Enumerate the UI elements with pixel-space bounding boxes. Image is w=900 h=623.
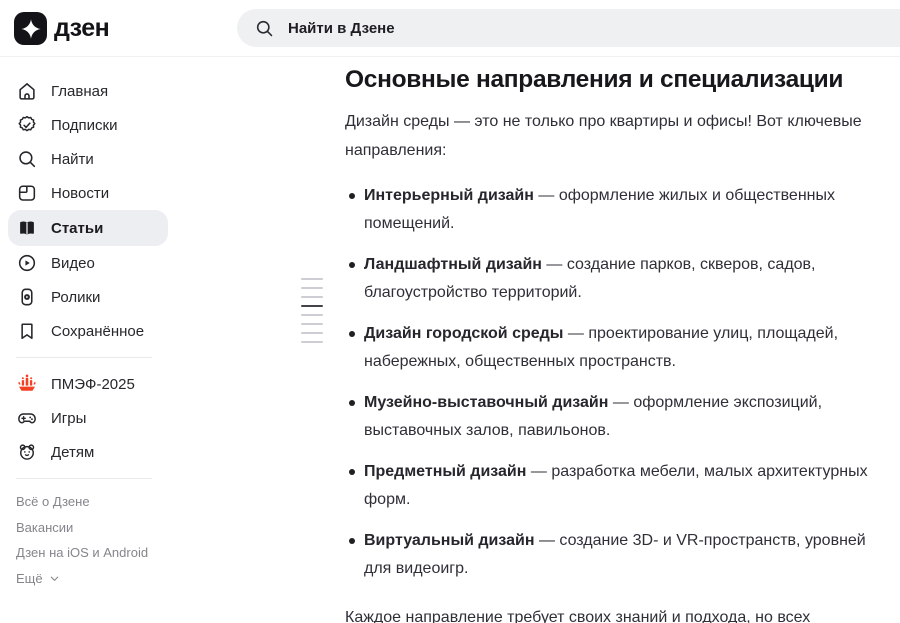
search-input[interactable] xyxy=(288,19,900,37)
sidebar-item-label: Новости xyxy=(51,184,110,202)
chevron-down-icon xyxy=(50,576,58,581)
sidebar-divider xyxy=(16,478,152,479)
sidebar-item-label: Сохранённое xyxy=(51,322,145,340)
article-intro: Дизайн среды — это не только про квартир… xyxy=(345,113,862,159)
subscriptions-icon xyxy=(18,115,36,132)
article-nav-segment[interactable] xyxy=(301,323,323,325)
bullet-item: Интерьерный дизайн — оформление жилых и … xyxy=(345,182,885,238)
sidebar-item-label: Детям xyxy=(51,443,95,461)
article-content: Основные направления и специализации Диз… xyxy=(345,57,885,623)
sidebar-item-label: Подписки xyxy=(51,116,118,134)
sidebar-item-video[interactable]: Видео xyxy=(8,246,168,280)
bullet-item: Виртуальный дизайн — создание 3D- и VR-п… xyxy=(345,527,885,583)
bear-icon xyxy=(19,444,35,460)
home-icon xyxy=(19,83,35,100)
bullet-item: Ландшафтный дизайн — создание парков, ск… xyxy=(345,251,885,307)
sidebar-item-label: Игры xyxy=(51,409,87,427)
sidebar-footer: Всё о Дзене Вакансии Дзен на iOS и Andro… xyxy=(0,488,176,586)
logo-wordmark: дзен xyxy=(54,14,110,42)
video-icon xyxy=(18,254,36,272)
bullet-item: Дизайн городской среды — проектирование … xyxy=(345,320,885,376)
sidebar-item-shorts[interactable]: Ролики xyxy=(8,280,168,314)
sidebar-item-kids[interactable]: Детям xyxy=(8,435,168,469)
news-icon xyxy=(18,185,36,201)
sidebar-item-saved[interactable]: Сохранённое xyxy=(8,314,168,348)
sidebar: Главная Подписки Найти Новости Статьи Ви… xyxy=(0,57,176,586)
bullet-term: Предметный дизайн xyxy=(364,463,527,480)
bullet-term: Интерьерный дизайн xyxy=(364,187,534,204)
sidebar-item-label: Ролики xyxy=(51,288,101,306)
article-nav-segment[interactable] xyxy=(301,287,323,289)
bullet-term: Ландшафтный дизайн xyxy=(364,256,542,273)
article-outro: Каждое направление требует своих знаний … xyxy=(345,609,811,623)
footer-more-label: Ещё xyxy=(16,570,43,586)
sidebar-item-articles[interactable]: Статьи xyxy=(8,210,168,246)
sidebar-item-home[interactable]: Главная xyxy=(8,74,168,108)
article-nav-segment[interactable] xyxy=(301,332,323,334)
bullet-term: Музейно-выставочный дизайн xyxy=(364,394,609,411)
sidebar-item-label: Найти xyxy=(51,150,94,168)
sidebar-item-label: Статьи xyxy=(51,219,104,237)
sidebar-item-label: Видео xyxy=(51,254,95,272)
pmef-icon xyxy=(18,374,36,391)
bullet-term: Дизайн городской среды xyxy=(364,325,564,342)
article-nav-segment[interactable] xyxy=(301,341,323,343)
sidebar-item-games[interactable]: Игры xyxy=(8,401,168,435)
search-bar[interactable] xyxy=(237,9,900,47)
article-nav-segment[interactable] xyxy=(301,296,323,298)
footer-link-about[interactable]: Всё о Дзене xyxy=(16,494,176,509)
footer-more-button[interactable]: Ещё xyxy=(16,571,176,586)
dzen-logo-icon xyxy=(14,12,47,45)
dzen-logo[interactable]: дзен xyxy=(14,12,110,45)
top-header: дзен xyxy=(0,0,900,57)
articles-icon xyxy=(20,221,34,235)
article-nav-segment-active[interactable] xyxy=(301,305,323,307)
article-nav-segment[interactable] xyxy=(301,314,323,316)
bullet-term: Виртуальный дизайн xyxy=(364,532,535,549)
bookmark-icon xyxy=(21,323,33,340)
dzen-app: дзен Главная Подписки xyxy=(0,0,900,623)
sidebar-item-pmef[interactable]: ПМЭФ-2025 xyxy=(8,367,168,401)
bullet-item: Музейно-выставочный дизайн — оформление … xyxy=(345,389,885,445)
article-section-nav xyxy=(301,278,323,343)
sidebar-item-search[interactable]: Найти xyxy=(8,142,168,176)
sidebar-item-label: ПМЭФ-2025 xyxy=(51,375,135,393)
article-nav-segment[interactable] xyxy=(301,278,323,280)
footer-link-apps[interactable]: Дзен на iOS и Android xyxy=(16,545,176,560)
shorts-icon xyxy=(21,288,33,306)
search-icon xyxy=(256,20,273,36)
sidebar-divider xyxy=(16,357,152,358)
footer-link-jobs[interactable]: Вакансии xyxy=(16,520,176,535)
sidebar-item-label: Главная xyxy=(51,82,109,100)
bullet-item: Предметный дизайн — разработка мебели, м… xyxy=(345,458,885,514)
find-icon xyxy=(19,151,36,168)
sidebar-item-subscriptions[interactable]: Подписки xyxy=(8,108,168,142)
article-heading: Основные направления и специализации xyxy=(345,66,844,93)
sidebar-item-news[interactable]: Новости xyxy=(8,176,168,210)
article-bullet-list: Интерьерный дизайн — оформление жилых и … xyxy=(345,182,885,583)
sparkle-icon xyxy=(20,18,41,39)
gamepad-icon xyxy=(18,413,36,424)
